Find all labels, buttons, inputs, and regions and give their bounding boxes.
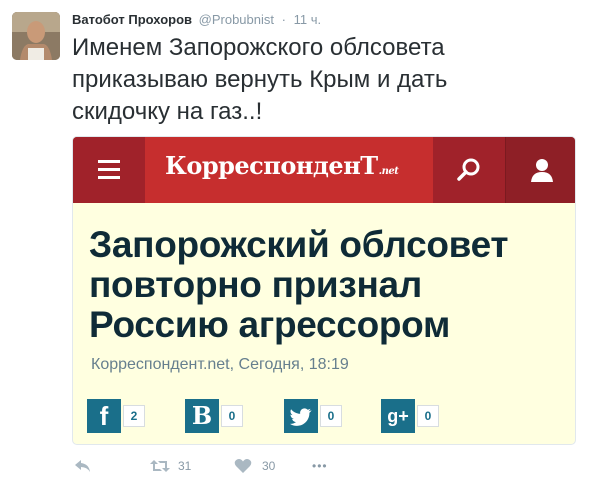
tweet-text: Именем Запорожского облсовета приказываю… — [72, 34, 448, 125]
more-icon: ••• — [312, 459, 328, 473]
menu-icon-bar — [98, 176, 120, 179]
share-count: 0 — [417, 405, 439, 427]
card-source: Корреспондент.net, Сегодня, 18:19 — [91, 356, 349, 373]
share-count: 0 — [320, 405, 342, 427]
share-count: 0 — [221, 405, 243, 427]
like-count: 30 — [262, 459, 276, 473]
share-buttons: f 2 В 0 0 g+ 0 — [87, 399, 507, 433]
retweet-icon — [150, 460, 170, 472]
share-count: 2 — [123, 405, 145, 427]
card-header: КорреспонденТ.net — [73, 137, 575, 203]
menu-icon-bar — [98, 168, 120, 171]
twitter-icon — [284, 399, 318, 433]
card-headline[interactable]: Запорожский облсовет повторно признал Ро… — [89, 225, 569, 345]
facebook-icon: f — [87, 399, 121, 433]
search-button[interactable] — [433, 137, 505, 203]
retweet-count: 31 — [178, 459, 192, 473]
tweet: Ватобот Прохоров @Probubnist · 11 ч. Име… — [0, 0, 605, 491]
reply-icon — [75, 460, 90, 472]
link-card[interactable]: КорреспонденТ.net Запорожский облсовет п… — [72, 136, 576, 445]
author-handle[interactable]: @Probubnist — [199, 12, 274, 27]
google-plus-icon: g+ — [381, 399, 415, 433]
tweet-header: Ватобот Прохоров @Probubnist · 11 ч. — [72, 12, 321, 27]
logo-text: КорреспонденТ — [165, 151, 378, 180]
heart-icon — [234, 459, 252, 473]
vkontakte-icon: В — [185, 399, 219, 433]
author-name[interactable]: Ватобот Прохоров — [72, 12, 192, 27]
tweet-actions: 31 30 ••• — [72, 455, 372, 477]
logo-suffix: .net — [378, 166, 399, 177]
timestamp[interactable]: 11 ч. — [294, 12, 322, 27]
avatar[interactable] — [12, 12, 60, 60]
menu-icon-bar — [98, 160, 120, 163]
search-icon — [457, 158, 480, 181]
profile-button[interactable] — [505, 137, 575, 203]
site-logo[interactable]: КорреспонденТ.net — [165, 151, 399, 180]
user-icon — [531, 159, 553, 182]
menu-button[interactable] — [73, 137, 145, 203]
separator: · — [281, 12, 286, 27]
